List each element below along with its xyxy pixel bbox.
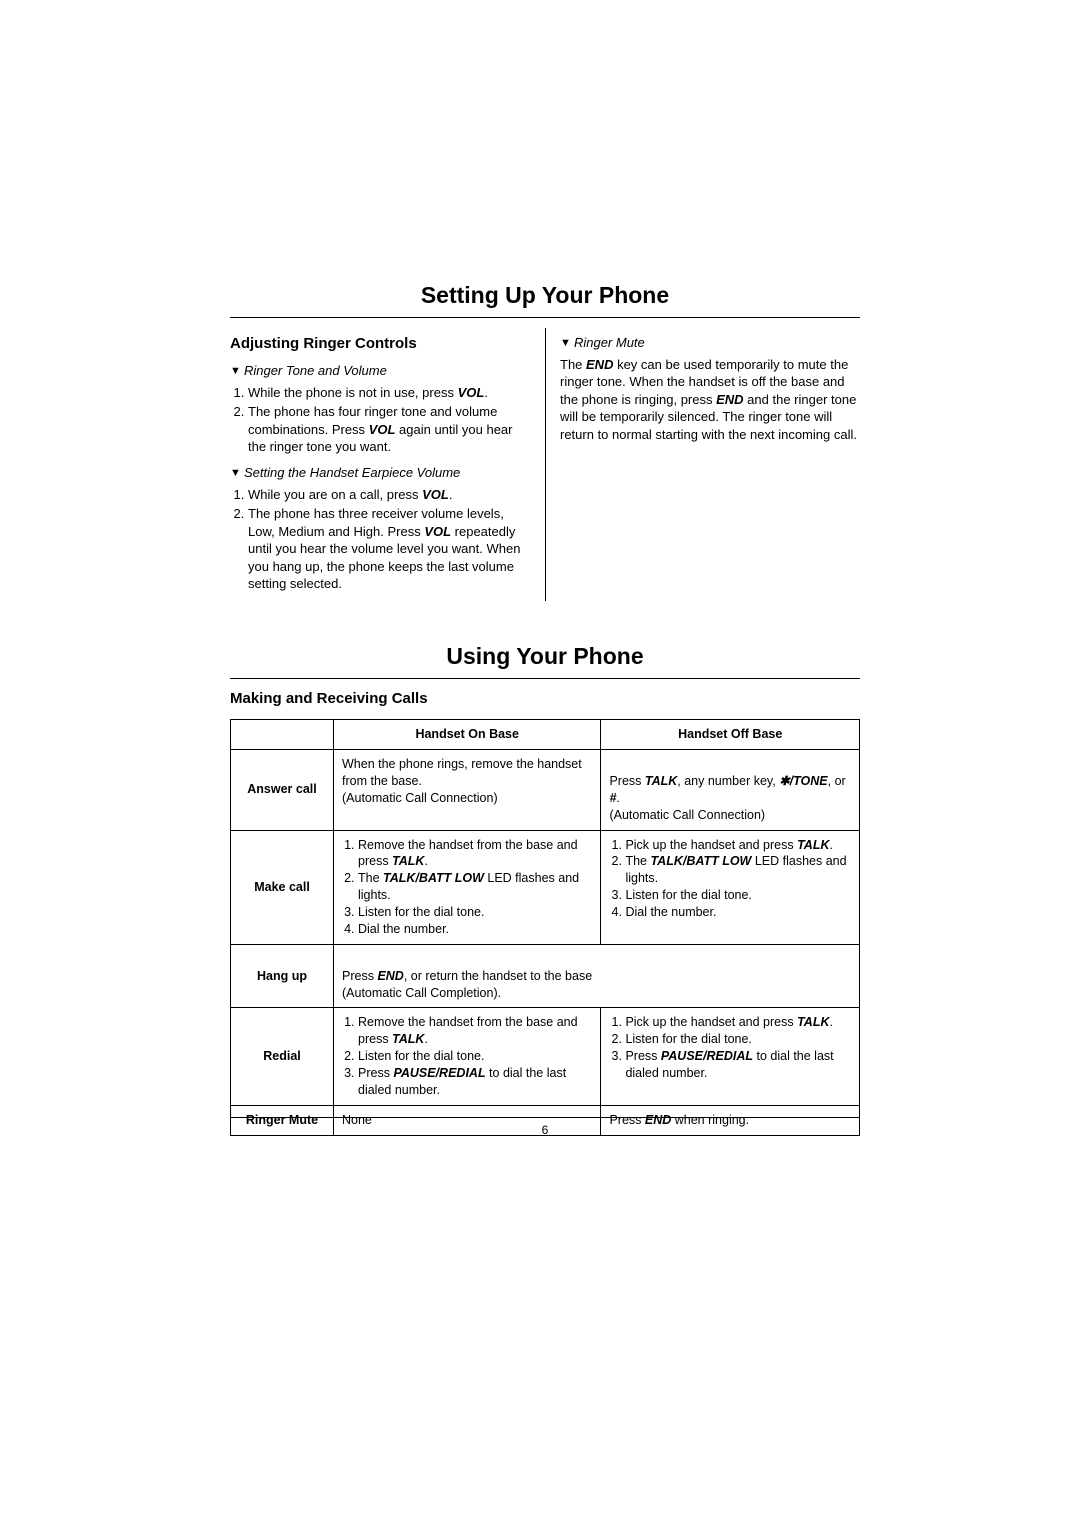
table-row: Answer call When the phone rings, remove… bbox=[231, 750, 860, 831]
list-item: Dial the number. bbox=[625, 904, 851, 921]
cell: Press END, or return the handset to the … bbox=[334, 944, 860, 1008]
text: . bbox=[484, 385, 488, 400]
steps-earpiece-volume: While you are on a call, press VOL. The … bbox=[230, 486, 531, 593]
text: . bbox=[424, 854, 427, 868]
text: Pick up the handset and press bbox=[625, 1015, 797, 1029]
text: Pick up the handset and press bbox=[625, 838, 797, 852]
text: Remove the handset from the base and pre… bbox=[358, 1015, 578, 1046]
table-header-empty bbox=[231, 720, 334, 750]
key-ref: PAUSE/REDIAL bbox=[661, 1049, 753, 1063]
list-item: The TALK/BATT LOW LED flashes and lights… bbox=[358, 870, 592, 904]
list-item: The TALK/BATT LOW LED flashes and lights… bbox=[625, 853, 851, 887]
key-ref: TALK bbox=[392, 854, 424, 868]
key-ref: END bbox=[377, 969, 403, 983]
list-item: Listen for the dial tone. bbox=[625, 887, 851, 904]
list-item: Press PAUSE/REDIAL to dial the last dial… bbox=[358, 1065, 592, 1099]
manual-page: Setting Up Your Phone Adjusting Ringer C… bbox=[0, 0, 1080, 1528]
row-label-make: Make call bbox=[231, 830, 334, 944]
key-ref: TALK bbox=[797, 1015, 829, 1029]
text: While the phone is not in use, press bbox=[248, 385, 458, 400]
text: The bbox=[560, 357, 586, 372]
key-ref: VOL bbox=[458, 385, 485, 400]
text: While you are on a call, press bbox=[248, 487, 422, 502]
key-ref: VOL bbox=[422, 487, 449, 502]
text: The bbox=[358, 871, 383, 885]
text: . bbox=[424, 1032, 427, 1046]
key-ref: TALK bbox=[645, 774, 677, 788]
text: Press bbox=[358, 1066, 393, 1080]
list-item: The phone has four ringer tone and volum… bbox=[248, 403, 531, 456]
column-left: Adjusting Ringer Controls Ringer Tone an… bbox=[230, 328, 545, 601]
key-ref: TALK bbox=[392, 1032, 424, 1046]
list-item: Listen for the dial tone. bbox=[625, 1031, 851, 1048]
cell: Pick up the handset and press TALK. The … bbox=[601, 830, 860, 944]
divider bbox=[230, 317, 860, 318]
key-ref: TALK bbox=[797, 838, 829, 852]
subheading-earpiece-volume: Setting the Handset Earpiece Volume bbox=[230, 464, 531, 482]
key-ref: PAUSE/REDIAL bbox=[393, 1066, 485, 1080]
table-header-on-base: Handset On Base bbox=[334, 720, 601, 750]
text: , or bbox=[828, 774, 846, 788]
subheading-ringer-tone: Ringer Tone and Volume bbox=[230, 362, 531, 380]
list-item: Pick up the handset and press TALK. bbox=[625, 1014, 851, 1031]
two-column-layout: Adjusting Ringer Controls Ringer Tone an… bbox=[230, 328, 860, 601]
cell: Press TALK, any number key, ✱/TONE, or #… bbox=[601, 750, 860, 831]
list-item: Listen for the dial tone. bbox=[358, 1048, 592, 1065]
text: Press bbox=[625, 1049, 660, 1063]
divider bbox=[230, 678, 860, 679]
list-item: Remove the handset from the base and pre… bbox=[358, 837, 592, 871]
cell: Remove the handset from the base and pre… bbox=[334, 1008, 601, 1105]
text: Remove the handset from the base and pre… bbox=[358, 838, 578, 869]
table-header-off-base: Handset Off Base bbox=[601, 720, 860, 750]
text: . bbox=[449, 487, 453, 502]
list-item: Press PAUSE/REDIAL to dial the last dial… bbox=[625, 1048, 851, 1082]
cell: When the phone rings, remove the handset… bbox=[334, 750, 601, 831]
text: . bbox=[829, 838, 832, 852]
page-number: 6 bbox=[230, 1117, 860, 1138]
row-label-hangup: Hang up bbox=[231, 944, 334, 1008]
list-item: While you are on a call, press VOL. bbox=[248, 486, 531, 504]
key-ref: VOL bbox=[424, 524, 451, 539]
text: Press bbox=[609, 774, 644, 788]
section-title-using: Using Your Phone bbox=[230, 641, 860, 676]
row-label-answer: Answer call bbox=[231, 750, 334, 831]
heading-adjusting-ringer: Adjusting Ringer Controls bbox=[230, 334, 531, 354]
row-label-redial: Redial bbox=[231, 1008, 334, 1105]
text: . bbox=[829, 1015, 832, 1029]
table-row: Handset On Base Handset Off Base bbox=[231, 720, 860, 750]
section-title-setup: Setting Up Your Phone bbox=[230, 280, 860, 315]
text: Press bbox=[342, 969, 377, 983]
list-item: Pick up the handset and press TALK. bbox=[625, 837, 851, 854]
cell: Remove the handset from the base and pre… bbox=[334, 830, 601, 944]
text: . (Automatic Call Connection) bbox=[609, 791, 765, 822]
key-ref: ✱/TONE bbox=[779, 774, 827, 788]
steps-ringer-tone: While the phone is not in use, press VOL… bbox=[230, 384, 531, 456]
list-item: While the phone is not in use, press VOL… bbox=[248, 384, 531, 402]
subheading-ringer-mute: Ringer Mute bbox=[560, 334, 860, 352]
key-ref: TALK/BATT LOW bbox=[650, 854, 751, 868]
list-item: The phone has three receiver volume leve… bbox=[248, 505, 531, 593]
list-item: Remove the handset from the base and pre… bbox=[358, 1014, 592, 1048]
table-row: Redial Remove the handset from the base … bbox=[231, 1008, 860, 1105]
list-item: Dial the number. bbox=[358, 921, 592, 938]
paragraph-ringer-mute: The END key can be used temporarily to m… bbox=[560, 356, 860, 444]
key-ref: TALK/BATT LOW bbox=[383, 871, 484, 885]
key-ref: END bbox=[716, 392, 743, 407]
calls-table: Handset On Base Handset Off Base Answer … bbox=[230, 719, 860, 1136]
list-item: Listen for the dial tone. bbox=[358, 904, 592, 921]
key-ref: END bbox=[586, 357, 613, 372]
table-row: Make call Remove the handset from the ba… bbox=[231, 830, 860, 944]
heading-making-receiving: Making and Receiving Calls bbox=[230, 689, 860, 709]
table-row: Hang up Press END, or return the handset… bbox=[231, 944, 860, 1008]
text: , any number key, bbox=[677, 774, 779, 788]
text: The bbox=[625, 854, 650, 868]
column-right: Ringer Mute The END key can be used temp… bbox=[545, 328, 860, 601]
key-ref: VOL bbox=[369, 422, 396, 437]
cell: Pick up the handset and press TALK. List… bbox=[601, 1008, 860, 1105]
